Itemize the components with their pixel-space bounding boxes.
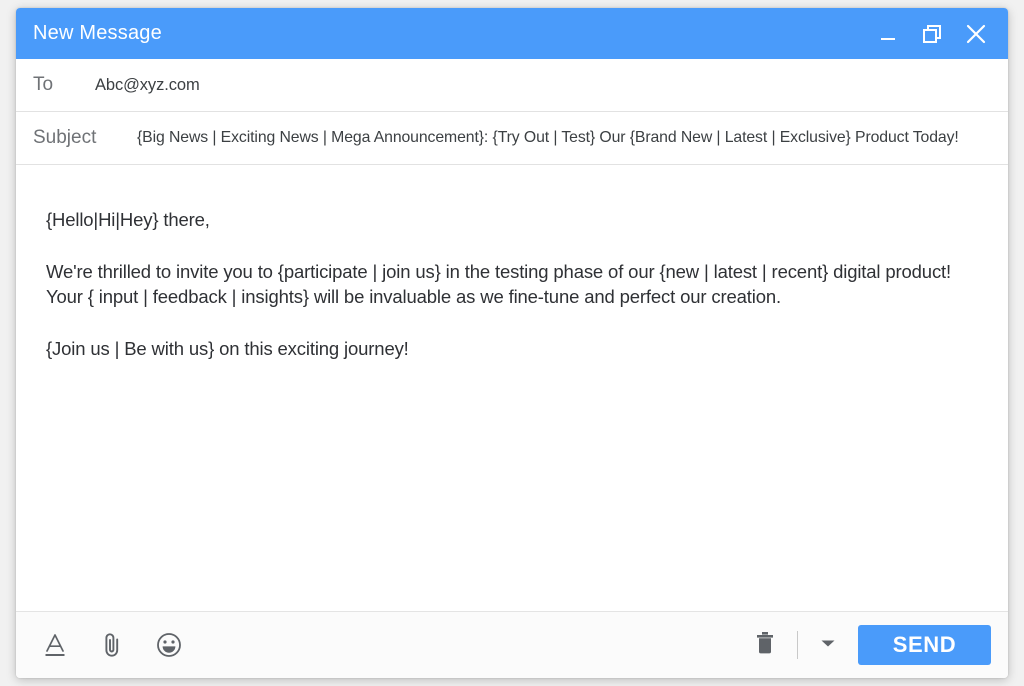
close-icon — [963, 21, 989, 47]
to-field-label: To — [33, 74, 54, 95]
toolbar-left-group — [40, 628, 184, 662]
to-field-row[interactable]: To Abc@xyz.com — [16, 59, 1008, 112]
subject-field-label: Subject — [33, 127, 97, 148]
body-paragraph: {Hello|Hi|Hey} there, — [46, 209, 210, 230]
send-button[interactable]: SEND — [858, 625, 991, 665]
to-input[interactable]: Abc@xyz.com — [95, 76, 1008, 95]
restore-button[interactable] — [918, 20, 946, 48]
body-paragraph: {Join us | Be with us} on this exciting … — [46, 337, 409, 359]
insert-emoji-button[interactable] — [154, 628, 184, 662]
message-body-editor[interactable]: {Hello|Hi|Hey} there, We're thrilled to … — [16, 165, 1008, 611]
close-button[interactable] — [962, 20, 990, 48]
toolbar-divider — [797, 631, 798, 659]
emoji-smiley-icon — [155, 631, 183, 659]
minimize-button[interactable] — [874, 20, 902, 48]
compose-titlebar: New Message — [16, 8, 1008, 59]
compose-toolbar: SEND — [16, 611, 1008, 678]
toolbar-right-group: SEND — [747, 625, 991, 665]
subject-field-row[interactable]: Subject {Big News | Exciting News | Mega… — [16, 112, 1008, 165]
window-controls — [874, 20, 990, 48]
window-title: New Message — [33, 22, 162, 44]
discard-draft-button[interactable] — [747, 627, 783, 663]
paperclip-icon — [99, 630, 125, 660]
formatting-options-button[interactable] — [40, 628, 70, 662]
minimize-icon — [877, 23, 899, 45]
subject-input[interactable]: {Big News | Exciting News | Mega Announc… — [137, 129, 1008, 147]
trash-icon — [752, 628, 778, 663]
chevron-down-icon — [819, 636, 837, 655]
compose-window: New Message To Abc@xyz.com Subject {Big … — [16, 8, 1008, 678]
format-text-icon — [42, 631, 68, 659]
attach-file-button[interactable] — [97, 628, 127, 662]
screen-background: New Message To Abc@xyz.com Subject {Big … — [0, 0, 1024, 686]
more-send-options-button[interactable] — [814, 631, 842, 659]
restore-window-icon — [920, 22, 944, 46]
body-paragraph: We're thrilled to invite you to {partici… — [46, 260, 952, 308]
